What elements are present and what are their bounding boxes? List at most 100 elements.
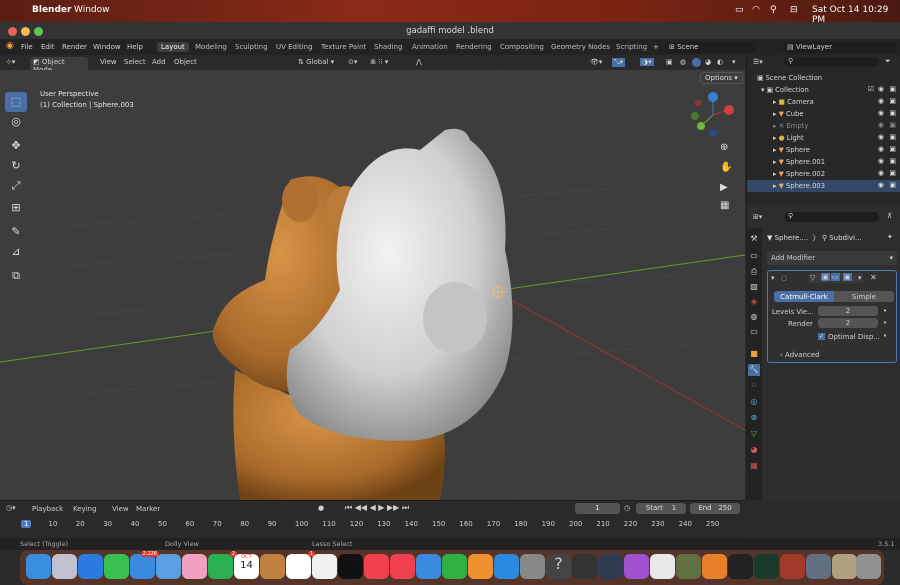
- podcasts-icon[interactable]: [624, 554, 649, 579]
- tab-shading[interactable]: Shading: [370, 42, 406, 52]
- screenshot-icon[interactable]: [806, 554, 831, 579]
- downloads-icon[interactable]: [832, 554, 857, 579]
- remove-modifier-icon[interactable]: ✕: [870, 273, 877, 282]
- filter-icon[interactable]: ⏷: [885, 57, 891, 66]
- edit-mode-icon[interactable]: ▽: [810, 274, 815, 282]
- messages-icon[interactable]: [104, 554, 129, 579]
- frame-ruler[interactable]: 1 10 20 30 40 50 60 70 80 90 100 110 120 130 140 150 160…: [0, 519, 745, 531]
- contacts-icon[interactable]: [260, 554, 285, 579]
- keyframe-dot-icon[interactable]: •: [883, 332, 887, 340]
- shading-material-icon[interactable]: ◕: [705, 58, 711, 66]
- tab-uv-editing[interactable]: UV Editing: [272, 42, 317, 52]
- maps-icon[interactable]: [156, 554, 181, 579]
- advanced-subpanel[interactable]: › Advanced: [780, 351, 820, 359]
- preview-icon[interactable]: [676, 554, 701, 579]
- current-frame-field[interactable]: 1: [575, 503, 620, 514]
- menu-window[interactable]: Window: [93, 43, 121, 51]
- camera-icon[interactable]: ▣: [889, 121, 896, 129]
- clock-icon[interactable]: ◷: [624, 504, 630, 512]
- camera-icon[interactable]: ▣: [889, 85, 896, 93]
- select-box-icon[interactable]: ⬚: [5, 92, 27, 112]
- camera-icon[interactable]: ▣: [889, 133, 896, 141]
- move-tool-icon[interactable]: ✥: [5, 136, 27, 156]
- playback-menu[interactable]: Playback: [32, 505, 63, 513]
- tab-layout[interactable]: Layout: [157, 42, 189, 52]
- chrome-icon[interactable]: [650, 554, 675, 579]
- keyframe-dot-icon[interactable]: •: [883, 319, 887, 327]
- timeline-editor-icon[interactable]: ◷▾: [6, 504, 16, 512]
- outliner-item[interactable]: ▸ ■ Camera ◉ ▣: [747, 96, 900, 108]
- outliner-item[interactable]: ▸ ▼ Sphere.002 ◉ ▣: [747, 168, 900, 180]
- collection-tab-icon[interactable]: ▭: [748, 326, 760, 338]
- outliner-editor-icon[interactable]: ☰▾: [753, 58, 763, 66]
- camera-icon[interactable]: ▣: [889, 97, 896, 105]
- visibility-icon[interactable]: 👁▾: [590, 58, 602, 66]
- collapse-icon[interactable]: ▾: [771, 274, 775, 282]
- cursor-tool-icon[interactable]: ◎: [5, 112, 27, 132]
- catmull-clark-tab[interactable]: Catmull-Clark: [774, 291, 834, 302]
- freeform-icon[interactable]: [312, 554, 337, 579]
- menu-render[interactable]: Render: [62, 43, 87, 51]
- eye-icon[interactable]: ◉: [878, 133, 884, 141]
- blender-icon[interactable]: [702, 554, 727, 579]
- texture-tab-icon[interactable]: ▦: [748, 460, 760, 472]
- tv-icon[interactable]: [338, 554, 363, 579]
- pages-icon[interactable]: [468, 554, 493, 579]
- world-tab-icon[interactable]: ◍: [748, 311, 760, 323]
- tab-texture-paint[interactable]: Texture Paint: [317, 42, 370, 52]
- xray-icon[interactable]: ▣: [666, 58, 673, 66]
- view-menu[interactable]: View: [112, 505, 129, 513]
- app-store-icon[interactable]: [494, 554, 519, 579]
- wifi-icon[interactable]: ◠: [752, 5, 760, 15]
- launchpad-icon[interactable]: [52, 554, 77, 579]
- viewport-menu-view[interactable]: View: [100, 58, 117, 66]
- shading-solid-icon[interactable]: [692, 58, 701, 67]
- keynote-icon[interactable]: [416, 554, 441, 579]
- outliner-collection[interactable]: ▾ ▣ Collection ☑ ◉ ▣: [747, 84, 900, 96]
- properties-editor-icon[interactable]: ⊞▾: [753, 213, 762, 221]
- camera-icon[interactable]: ▣: [889, 157, 896, 165]
- finder-icon[interactable]: [26, 554, 51, 579]
- terminal-icon[interactable]: [598, 554, 623, 579]
- outliner-item[interactable]: ▸ ▼ Cube ◉ ▣: [747, 108, 900, 120]
- mail-icon[interactable]: 2,226: [130, 551, 159, 579]
- search-icon[interactable]: ⚲: [770, 5, 777, 15]
- outliner-scene-collection[interactable]: ▣ Scene Collection: [747, 72, 900, 84]
- levels-viewport-field[interactable]: 2: [818, 306, 878, 316]
- menu-edit[interactable]: Edit: [41, 43, 55, 51]
- constraints-tab-icon[interactable]: ⊗: [748, 412, 760, 424]
- tab-scripting[interactable]: Scripting: [612, 42, 651, 52]
- battery-icon[interactable]: ▭: [735, 5, 744, 15]
- rotate-tool-icon[interactable]: ↻: [5, 156, 27, 176]
- add-cube-tool-icon[interactable]: ⧉: [5, 266, 27, 286]
- outliner-item[interactable]: ▸ ▼ Sphere ◉ ▣: [747, 144, 900, 156]
- add-workspace-icon[interactable]: +: [653, 43, 659, 51]
- shading-rendered-icon[interactable]: ◐: [717, 58, 723, 66]
- eye-icon[interactable]: ◉: [878, 169, 884, 177]
- eye-icon[interactable]: ◉: [878, 157, 884, 165]
- outliner-item-selected[interactable]: ▸ ▼ Sphere.003 ◉ ▣: [747, 180, 900, 192]
- proportional-icon[interactable]: ⋀: [416, 58, 422, 66]
- pin-icon[interactable]: ⊼: [887, 212, 892, 220]
- options-dropdown[interactable]: Options ▾: [700, 72, 743, 84]
- activity-monitor-icon[interactable]: [728, 554, 753, 579]
- close-button[interactable]: [8, 27, 17, 36]
- end-frame-field[interactable]: End 250: [690, 503, 740, 514]
- monitor-icon[interactable]: [754, 554, 779, 579]
- eye-icon[interactable]: ◉: [878, 121, 884, 129]
- viewport-menu-object[interactable]: Object: [174, 58, 197, 66]
- news-icon[interactable]: [390, 554, 415, 579]
- viewport-display-icon[interactable]: ▭: [831, 273, 840, 281]
- measure-tool-icon[interactable]: ⊿: [5, 242, 27, 262]
- tab-geometry-nodes[interactable]: Geometry Nodes: [547, 42, 614, 52]
- viewlayer-selector[interactable]: ▤ ViewLayer: [783, 42, 896, 53]
- simple-tab[interactable]: Simple: [834, 291, 894, 302]
- photos-icon[interactable]: [182, 554, 207, 579]
- orientation-selector[interactable]: ⇅ Global ▾: [298, 58, 334, 66]
- output-tab-icon[interactable]: ⎙: [748, 266, 760, 278]
- camera-icon[interactable]: ▣: [889, 109, 896, 117]
- window-menu[interactable]: Window: [74, 5, 110, 15]
- render-display-icon[interactable]: ▣: [843, 273, 852, 281]
- outliner-item[interactable]: ▸ ▼ Sphere.001 ◉ ▣: [747, 156, 900, 168]
- tab-animation[interactable]: Animation: [408, 42, 452, 52]
